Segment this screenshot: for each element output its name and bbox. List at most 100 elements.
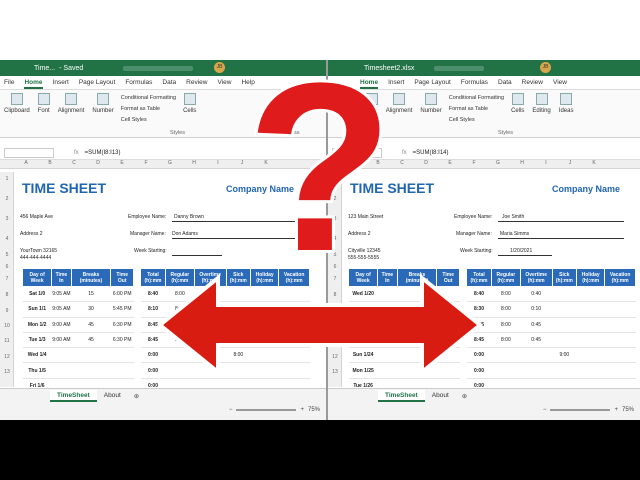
cell[interactable]: 8:00 xyxy=(491,317,521,333)
menu-view[interactable]: View xyxy=(553,79,567,86)
cell[interactable]: 8:40 xyxy=(466,286,492,303)
cell[interactable] xyxy=(377,317,398,333)
cell[interactable] xyxy=(397,332,437,349)
cell[interactable]: 0:45 xyxy=(194,332,227,349)
zoom-out-icon[interactable]: − xyxy=(229,407,233,413)
cell[interactable] xyxy=(604,362,636,379)
col-h[interactable]: H xyxy=(510,160,534,168)
cell[interactable]: 8:00 xyxy=(165,286,195,303)
cell[interactable] xyxy=(604,347,636,364)
cell[interactable]: Tue 1/3 xyxy=(22,332,52,349)
tab-about[interactable]: About xyxy=(425,390,456,402)
cell[interactable] xyxy=(552,362,577,379)
cell[interactable]: 8:00 xyxy=(491,286,521,303)
cell[interactable]: 8:30 xyxy=(466,301,492,318)
font-group[interactable]: Font xyxy=(362,90,382,137)
cell[interactable] xyxy=(604,332,636,349)
cell[interactable]: 15 xyxy=(71,286,111,303)
row-4[interactable]: 4 xyxy=(0,236,14,242)
cell[interactable]: Wed 1/20 xyxy=(348,286,378,303)
cell[interactable] xyxy=(194,362,227,379)
employee-name[interactable]: Joe Smith xyxy=(502,214,524,220)
formula-input[interactable]: =SUM(I8:I13) xyxy=(85,150,121,156)
cell[interactable]: 6:30 PM xyxy=(110,317,134,333)
cell[interactable] xyxy=(377,286,398,303)
menu-insert[interactable]: Insert xyxy=(53,79,69,86)
row-8[interactable]: 8 xyxy=(328,292,342,298)
cell[interactable] xyxy=(348,317,378,333)
cell[interactable] xyxy=(436,362,460,379)
cell[interactable]: Wed 1/4 xyxy=(22,347,52,364)
menu-insert[interactable]: Insert xyxy=(388,79,404,86)
cell[interactable] xyxy=(436,301,460,318)
row-1[interactable]: 1 xyxy=(0,176,14,182)
cell[interactable] xyxy=(397,286,437,303)
fx-icon[interactable]: fx xyxy=(402,150,407,156)
cell[interactable]: 9:00 AM xyxy=(51,317,72,333)
menu-review[interactable]: Review xyxy=(522,79,543,86)
cell[interactable] xyxy=(110,362,134,379)
avatar[interactable]: JB xyxy=(214,62,225,73)
cell[interactable] xyxy=(226,332,251,349)
cell[interactable]: 8:15 xyxy=(466,317,492,333)
col-k[interactable]: K xyxy=(254,160,278,168)
row-3[interactable]: 3 xyxy=(0,216,14,222)
cell[interactable] xyxy=(397,301,437,318)
row-12[interactable]: 12 xyxy=(0,354,14,360)
row-11[interactable]: 11 xyxy=(328,338,342,344)
name-box[interactable] xyxy=(4,147,54,158)
cell[interactable] xyxy=(576,286,605,303)
cell[interactable]: 0:45 xyxy=(520,332,553,349)
cell[interactable] xyxy=(71,347,111,364)
zoom-slider[interactable] xyxy=(236,409,297,411)
row-9[interactable]: 9 xyxy=(328,308,342,314)
cell[interactable]: Mon 1/2 xyxy=(22,317,52,333)
menu-data[interactable]: Data xyxy=(498,79,512,86)
cell[interactable]: 9:00 xyxy=(552,347,577,364)
cell[interactable]: 8:00 xyxy=(165,301,195,318)
row-7[interactable]: 7 xyxy=(0,276,14,282)
cell[interactable] xyxy=(278,317,310,333)
cell[interactable] xyxy=(278,301,310,318)
cell[interactable] xyxy=(397,347,437,364)
col-a[interactable]: A xyxy=(342,160,366,168)
cell[interactable]: 0:45 xyxy=(194,317,227,333)
manager-name[interactable]: Don Adams xyxy=(172,231,198,237)
cell[interactable] xyxy=(436,317,460,333)
col-j[interactable]: J xyxy=(230,160,254,168)
menu-formulas[interactable]: Formulas xyxy=(461,79,488,86)
col-j[interactable]: J xyxy=(558,160,582,168)
tab-timesheet[interactable]: TimeSheet xyxy=(50,390,97,402)
col-e[interactable]: E xyxy=(110,160,134,168)
zoom-slider[interactable] xyxy=(550,409,611,411)
cell[interactable] xyxy=(250,362,279,379)
cell[interactable]: 8:10 xyxy=(140,301,166,318)
row-10[interactable]: 10 xyxy=(328,323,342,329)
menu-help[interactable]: Help xyxy=(241,79,254,86)
col-i[interactable]: I xyxy=(206,160,230,168)
format-as-table-button[interactable]: Format as Table xyxy=(121,104,176,115)
cell[interactable]: Sun 1/1 xyxy=(22,301,52,318)
cell[interactable] xyxy=(552,301,577,318)
cell[interactable]: 0:40 xyxy=(194,286,227,303)
cell[interactable] xyxy=(576,301,605,318)
add-sheet-icon[interactable]: ⊕ xyxy=(134,392,139,400)
menu-file[interactable]: File xyxy=(4,79,14,86)
cell[interactable] xyxy=(552,317,577,333)
cell[interactable] xyxy=(377,362,398,379)
row-7[interactable]: 7 xyxy=(328,276,342,282)
cell[interactable] xyxy=(226,362,251,379)
cell[interactable] xyxy=(520,347,553,364)
col-c[interactable]: C xyxy=(390,160,414,168)
cell[interactable] xyxy=(278,332,310,349)
row-6[interactable]: 6 xyxy=(328,264,342,270)
format-as-table-button[interactable]: Format as Table xyxy=(449,104,504,115)
menu-review[interactable]: Review xyxy=(186,79,207,86)
row-1[interactable]: 1 xyxy=(328,176,342,182)
row-8[interactable]: 8 xyxy=(0,292,14,298)
cell[interactable] xyxy=(110,347,134,364)
menu-data[interactable]: Data xyxy=(162,79,176,86)
cell[interactable]: 0:45 xyxy=(520,317,553,333)
number-group[interactable]: Number xyxy=(416,90,445,137)
cell[interactable] xyxy=(226,317,251,333)
